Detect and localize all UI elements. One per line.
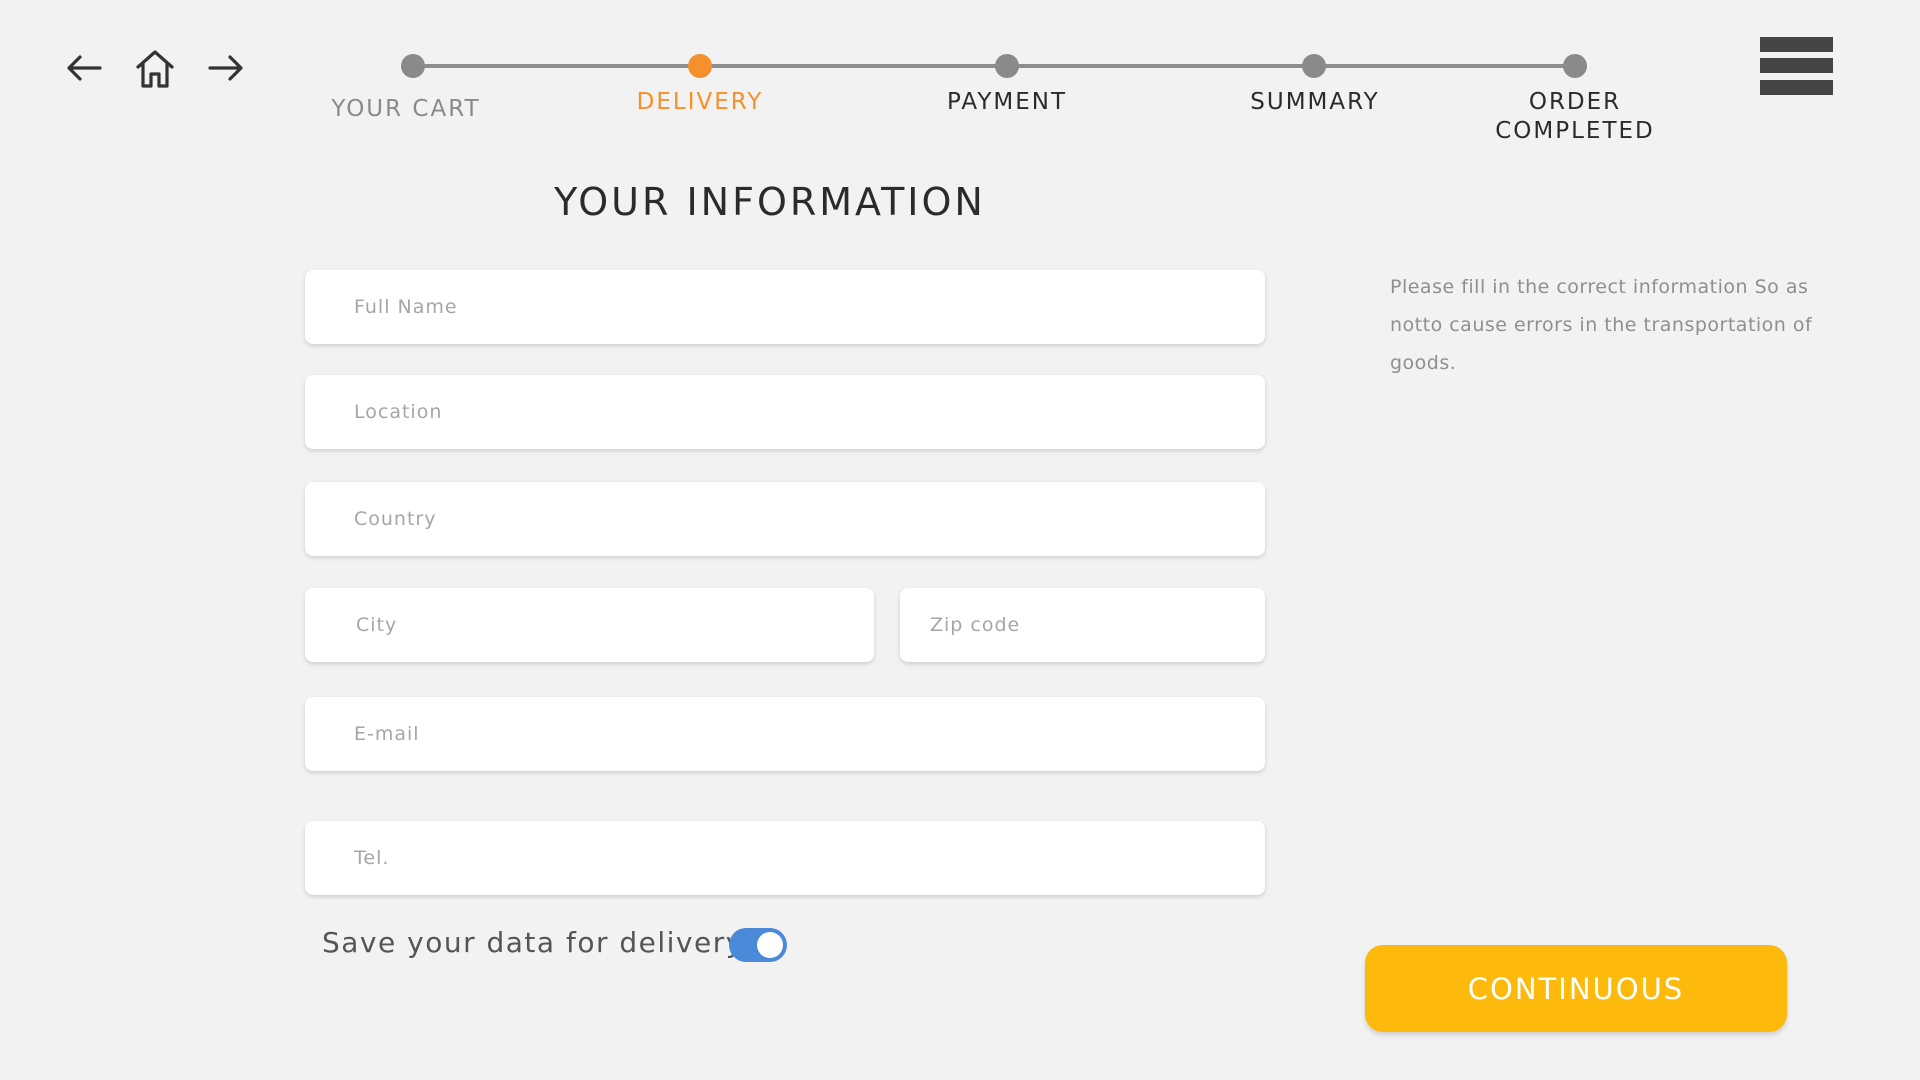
step-label-payment[interactable]: PAYMENT bbox=[907, 88, 1107, 117]
country-field[interactable] bbox=[305, 482, 1265, 556]
email-field[interactable] bbox=[305, 697, 1265, 771]
hamburger-menu-icon bbox=[1760, 58, 1833, 73]
country-input[interactable] bbox=[305, 482, 1265, 556]
tel-input[interactable] bbox=[305, 821, 1265, 895]
toggle-knob bbox=[757, 932, 783, 958]
continue-button[interactable]: CONTINUOUS bbox=[1365, 945, 1787, 1032]
city-field[interactable] bbox=[305, 588, 874, 662]
arrow-right-icon bbox=[208, 55, 243, 81]
page-title: YOUR INFORMATION bbox=[554, 180, 986, 224]
hamburger-menu-icon bbox=[1760, 37, 1833, 52]
home-icon bbox=[136, 50, 174, 88]
hamburger-menu-icon bbox=[1760, 80, 1833, 95]
arrow-left-icon bbox=[67, 55, 102, 81]
form-hint: Please fill in the correct information S… bbox=[1390, 276, 1813, 374]
step-dot-summary[interactable] bbox=[1302, 54, 1326, 78]
step-dot-delivery[interactable] bbox=[688, 54, 712, 78]
step-label-summary[interactable]: SUMMARY bbox=[1215, 88, 1415, 117]
step-dot-payment[interactable] bbox=[995, 54, 1019, 78]
step-label-delivery[interactable]: DELIVERY bbox=[600, 88, 800, 117]
full-name-field[interactable] bbox=[305, 270, 1265, 344]
step-label-cart[interactable]: YOUR CART bbox=[306, 95, 506, 124]
zip-code-field[interactable] bbox=[900, 588, 1265, 662]
step-dot-cart[interactable] bbox=[401, 54, 425, 78]
email-input[interactable] bbox=[305, 697, 1265, 771]
step-dot-order-completed[interactable] bbox=[1563, 54, 1587, 78]
home-button[interactable] bbox=[131, 44, 179, 92]
back-button[interactable] bbox=[60, 44, 108, 92]
full-name-input[interactable] bbox=[305, 270, 1265, 344]
location-input[interactable] bbox=[305, 375, 1265, 449]
save-data-toggle[interactable] bbox=[729, 928, 787, 962]
tel-field[interactable] bbox=[305, 821, 1265, 895]
menu-button[interactable] bbox=[1760, 37, 1833, 95]
step-label-order-completed[interactable]: ORDER COMPLETED bbox=[1475, 88, 1675, 146]
save-data-label: Save your data for delivery bbox=[322, 926, 744, 959]
zip-code-input[interactable] bbox=[900, 588, 1265, 662]
location-field[interactable] bbox=[305, 375, 1265, 449]
city-input[interactable] bbox=[305, 588, 874, 662]
forward-button[interactable] bbox=[202, 44, 250, 92]
